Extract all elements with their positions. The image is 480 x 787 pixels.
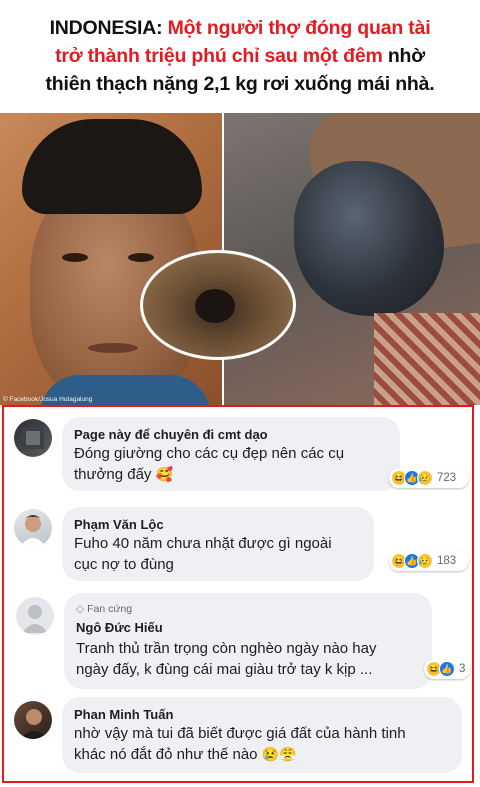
commenter-name[interactable]: Ngô Đức Hiếu <box>76 619 420 636</box>
comment-text: cục nợ to đùng <box>74 556 174 573</box>
sad-reaction-icon: 😥 <box>417 553 433 569</box>
comment-item: Phan Minh Tuấn nhờ vậy mà tui đã biết đư… <box>4 697 472 777</box>
like-reaction-icon: 👍 <box>439 661 455 677</box>
headline-country: INDONESIA: <box>49 17 168 39</box>
headline-line-1: INDONESIA: Một người thợ đóng quan tài <box>0 14 480 42</box>
headline-red-part-2: trở thành triệu phú chỉ sau một đêm <box>55 45 383 67</box>
avatar-person-icon <box>20 515 46 547</box>
comment-text: Tranh thủ trần trọng còn nghèo ngày nào … <box>76 640 377 657</box>
comment-bubble: Phan Minh Tuấn nhờ vậy mà tui đã biết đư… <box>62 697 462 773</box>
badge-label: Fan cứng <box>87 603 133 615</box>
avatar[interactable] <box>14 419 52 457</box>
comment-text-line: Đóng giường cho các cụ đẹp nên các cụ <box>74 445 345 462</box>
impact-hole-inset-photo <box>140 250 296 360</box>
reaction-count: 723 <box>437 472 457 484</box>
comment-text-line: khác nó đắt đỏ như thế nào <box>74 746 258 763</box>
emoji-smiling-hearts-icon: 🥰 <box>155 466 174 482</box>
hair-shape <box>22 119 202 214</box>
reaction-summary[interactable]: 😆 👍 3 <box>424 659 470 679</box>
headline-red-part-1: Một người thợ đóng quan tài <box>167 17 431 39</box>
avatar[interactable] <box>16 597 54 635</box>
avatar[interactable] <box>14 701 52 739</box>
avatar-dark-icon <box>22 427 44 449</box>
commenter-name[interactable]: Phan Minh Tuấn <box>74 706 450 723</box>
commenter-name[interactable]: Page này để chuyên đi cmt dạo <box>74 426 388 443</box>
sad-reaction-icon: 😥 <box>417 470 433 486</box>
comment-text: Fuho 40 năm chưa nhặt được gì ngoài <box>74 535 332 552</box>
comment-bubble: Phạm Văn Lộc Fuho 40 năm chưa nhặt được … <box>62 507 374 581</box>
left-eye <box>62 253 88 262</box>
commenter-name[interactable]: Phạm Văn Lộc <box>74 516 362 533</box>
mouth <box>88 343 138 353</box>
comment-text-line: thưởng đấy <box>74 466 152 483</box>
headline-line-3: thiên thạch nặng 2,1 kg rơi xuống mái nh… <box>45 73 435 95</box>
fan-badge: ◇ Fan cứng <box>76 602 420 616</box>
comment-bubble: ◇ Fan cứng Ngô Đức Hiếu Tranh thủ trần tr… <box>64 593 432 689</box>
right-eye <box>128 253 154 262</box>
photo-credit: © Facebook/Josua Hutagalung <box>3 396 93 403</box>
comment-text: ngày đấy, k đùng cái mai giàu trở tay k … <box>76 661 373 678</box>
comment-item: Phạm Văn Lộc Fuho 40 năm chưa nhặt được … <box>4 507 472 587</box>
comment-bubble: Page này để chuyên đi cmt dạo Đóng giườn… <box>62 417 400 491</box>
headline-line-2: trở thành triệu phú chỉ sau một đêm nhờ <box>0 42 480 70</box>
reaction-count: 183 <box>437 555 457 567</box>
impact-hole <box>195 289 235 323</box>
comment-text: nhờ vậy mà tui đã biết được giá đất của … <box>74 725 406 742</box>
comment-item: Page này để chuyên đi cmt dạo Đóng giườn… <box>4 417 472 497</box>
comments-frame: Page này để chuyên đi cmt dạo Đóng giườn… <box>2 405 474 783</box>
headline: INDONESIA: Một người thợ đóng quan tài t… <box>0 0 480 113</box>
comment-text: thưởng đấy 🥰 <box>74 464 388 485</box>
comment-item: ◇ Fan cứng Ngô Đức Hiếu Tranh thủ trần tr… <box>4 593 472 693</box>
news-photos: © Facebook/Josua Hutagalung <box>0 113 480 405</box>
default-avatar-icon <box>22 605 48 633</box>
reaction-summary[interactable]: 😆 👍 😥 723 <box>389 468 469 488</box>
comment-text: khác nó đắt đỏ như thế nào 😢😤 <box>74 744 450 765</box>
avatar-person-icon <box>20 709 48 739</box>
reaction-summary[interactable]: 😆 👍 😥 183 <box>389 551 469 571</box>
emoji-crying-and-steam-icon: 😢😤 <box>261 746 297 762</box>
diamond-icon: ◇ <box>76 603 85 615</box>
reaction-count: 3 <box>459 663 466 675</box>
avatar[interactable] <box>14 509 52 547</box>
comment-text: Đóng giường cho các cụ đẹp nên các cụ <box>74 443 388 464</box>
patterned-cloth <box>374 313 480 405</box>
headline-black-part-2: nhờ <box>382 45 425 67</box>
